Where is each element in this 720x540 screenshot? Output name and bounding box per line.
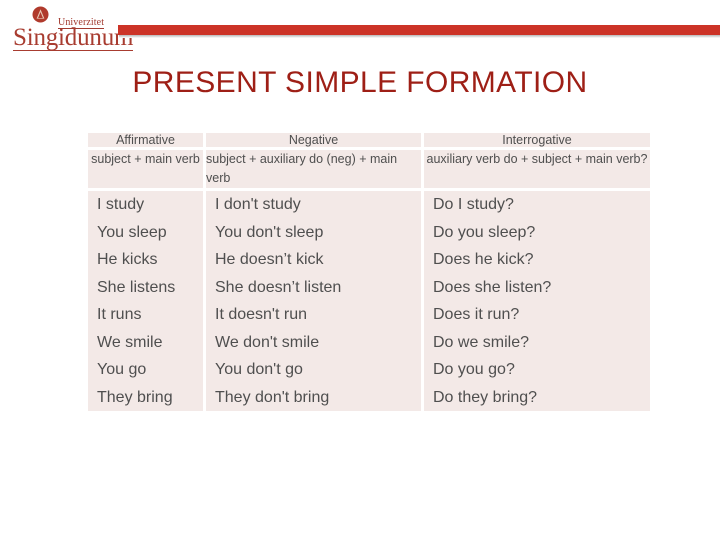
list-item: You don't sleep	[215, 223, 324, 241]
table-row-examples: I study You sleep He kicks She listens I…	[88, 191, 650, 411]
list-item: They don't bring	[215, 388, 330, 406]
table-header-row: Affirmative Negative Interrogative	[88, 133, 650, 150]
list-item: He kicks	[97, 251, 158, 268]
list-item: Do you go?	[433, 361, 515, 378]
list-item: Does she listen?	[433, 278, 552, 296]
page-title: PRESENT SIMPLE FORMATION	[132, 66, 588, 99]
examples-affirmative: I study You sleep He kicks She listens I…	[88, 191, 206, 411]
list-item: Do we smile?	[433, 333, 530, 351]
list-item: We don't smile	[215, 333, 320, 351]
list-item: She listens	[97, 278, 176, 296]
list-item: They bring	[97, 388, 173, 406]
formula-negative: subject + auxiliary do (neg) + main verb	[206, 150, 424, 191]
column-header-interrogative: Interrogative	[424, 133, 650, 150]
list-item: Does he kick?	[433, 251, 534, 268]
list-item: Does it run?	[433, 306, 520, 323]
list-item: You don't go	[215, 361, 303, 378]
header-accent-bar	[118, 25, 720, 39]
header-accent-bar-fill	[118, 25, 720, 35]
list-item: You go	[97, 361, 147, 378]
list-item: It doesn't run	[215, 306, 307, 323]
list-item: Do I study?	[433, 196, 514, 213]
logo-singidunum-text: Singidunum	[13, 24, 134, 51]
university-logo: Univerzitet Singidunum	[12, 4, 133, 51]
example-list-interrogative: Do I study? Do you sleep? Does he kick? …	[424, 191, 650, 411]
present-simple-table: Affirmative Negative Interrogative subje…	[88, 133, 650, 411]
list-item: I don't study	[215, 196, 301, 213]
university-crest-icon	[32, 6, 49, 23]
table-row-formulas: subject + main verb subject + auxiliary …	[88, 150, 650, 191]
list-item: Do they bring?	[433, 388, 538, 406]
formula-interrogative: auxiliary verb do + subject + main verb?	[424, 150, 650, 191]
slide-header: Univerzitet Singidunum	[0, 0, 720, 56]
list-item: We smile	[97, 333, 163, 351]
list-item: Do you sleep?	[433, 223, 536, 241]
examples-negative: I don't study You don't sleep He doesn’t…	[206, 191, 424, 411]
list-item: You sleep	[97, 223, 167, 241]
formula-affirmative: subject + main verb	[88, 150, 206, 191]
header-accent-bar-shadow	[119, 35, 720, 38]
column-header-affirmative: Affirmative	[88, 133, 206, 150]
example-list-negative: I don't study You don't sleep He doesn’t…	[206, 191, 421, 411]
list-item: She doesn’t listen	[215, 278, 342, 296]
column-header-negative: Negative	[206, 133, 424, 150]
example-list-affirmative: I study You sleep He kicks She listens I…	[88, 191, 203, 411]
list-item: He doesn’t kick	[215, 251, 324, 268]
list-item: It runs	[97, 306, 142, 323]
list-item: I study	[97, 196, 145, 213]
examples-interrogative: Do I study? Do you sleep? Does he kick? …	[424, 191, 650, 411]
